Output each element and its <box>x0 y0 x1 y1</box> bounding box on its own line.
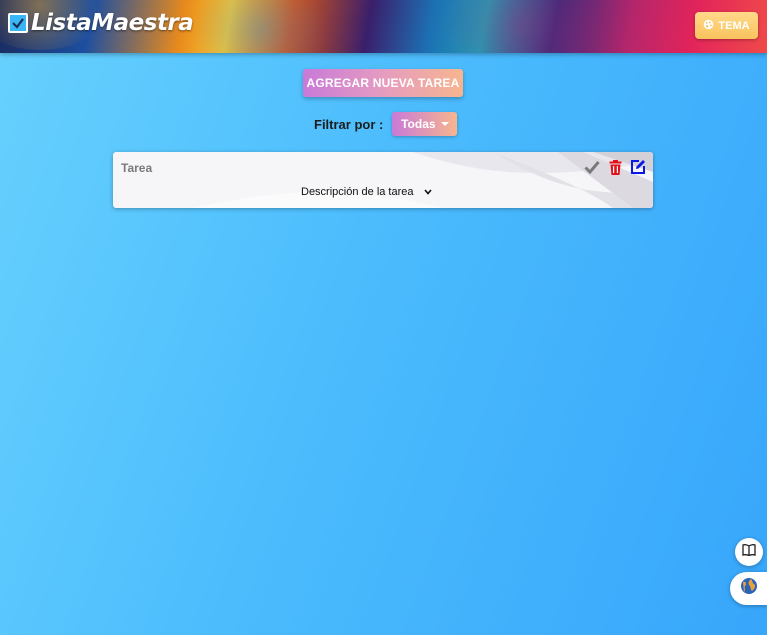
filter-label: Filtrar por : <box>314 116 384 132</box>
task-actions <box>583 158 647 176</box>
guide-button[interactable] <box>735 538 763 566</box>
app-header: ListaMaestra TEMA <box>0 0 767 53</box>
theme-button[interactable]: TEMA <box>695 12 758 39</box>
book-icon <box>742 543 756 561</box>
task-description: Descripción de la tarea <box>301 186 414 198</box>
chevron-down-icon <box>423 186 432 198</box>
task-card: Tarea Descripción de la tarea <box>113 152 653 208</box>
theme-button-label: TEMA <box>718 19 750 32</box>
header-decoration <box>420 0 620 53</box>
card-decoration <box>193 152 653 208</box>
task-title: Tarea <box>121 161 153 175</box>
header-decoration <box>180 0 340 53</box>
brand-logo[interactable]: ListaMaestra <box>8 10 194 36</box>
palette-icon <box>703 19 714 33</box>
task-description-toggle[interactable]: Descripción de la tarea <box>301 186 432 198</box>
globe-icon <box>740 577 758 600</box>
filter-select[interactable]: Todas <box>392 112 458 136</box>
filter-selected-value: Todas <box>401 117 436 131</box>
check-icon[interactable] <box>583 158 601 176</box>
locale-button[interactable] <box>730 572 767 605</box>
trash-icon[interactable] <box>606 158 624 176</box>
checkbox-icon <box>8 13 28 33</box>
add-task-button[interactable]: AGREGAR NUEVA TAREA <box>303 69 463 97</box>
edit-icon[interactable] <box>629 158 647 176</box>
filter-bar: Filtrar por : Todas <box>314 112 458 136</box>
caret-down-icon <box>440 122 449 126</box>
app-title: ListaMaestra <box>31 10 194 36</box>
